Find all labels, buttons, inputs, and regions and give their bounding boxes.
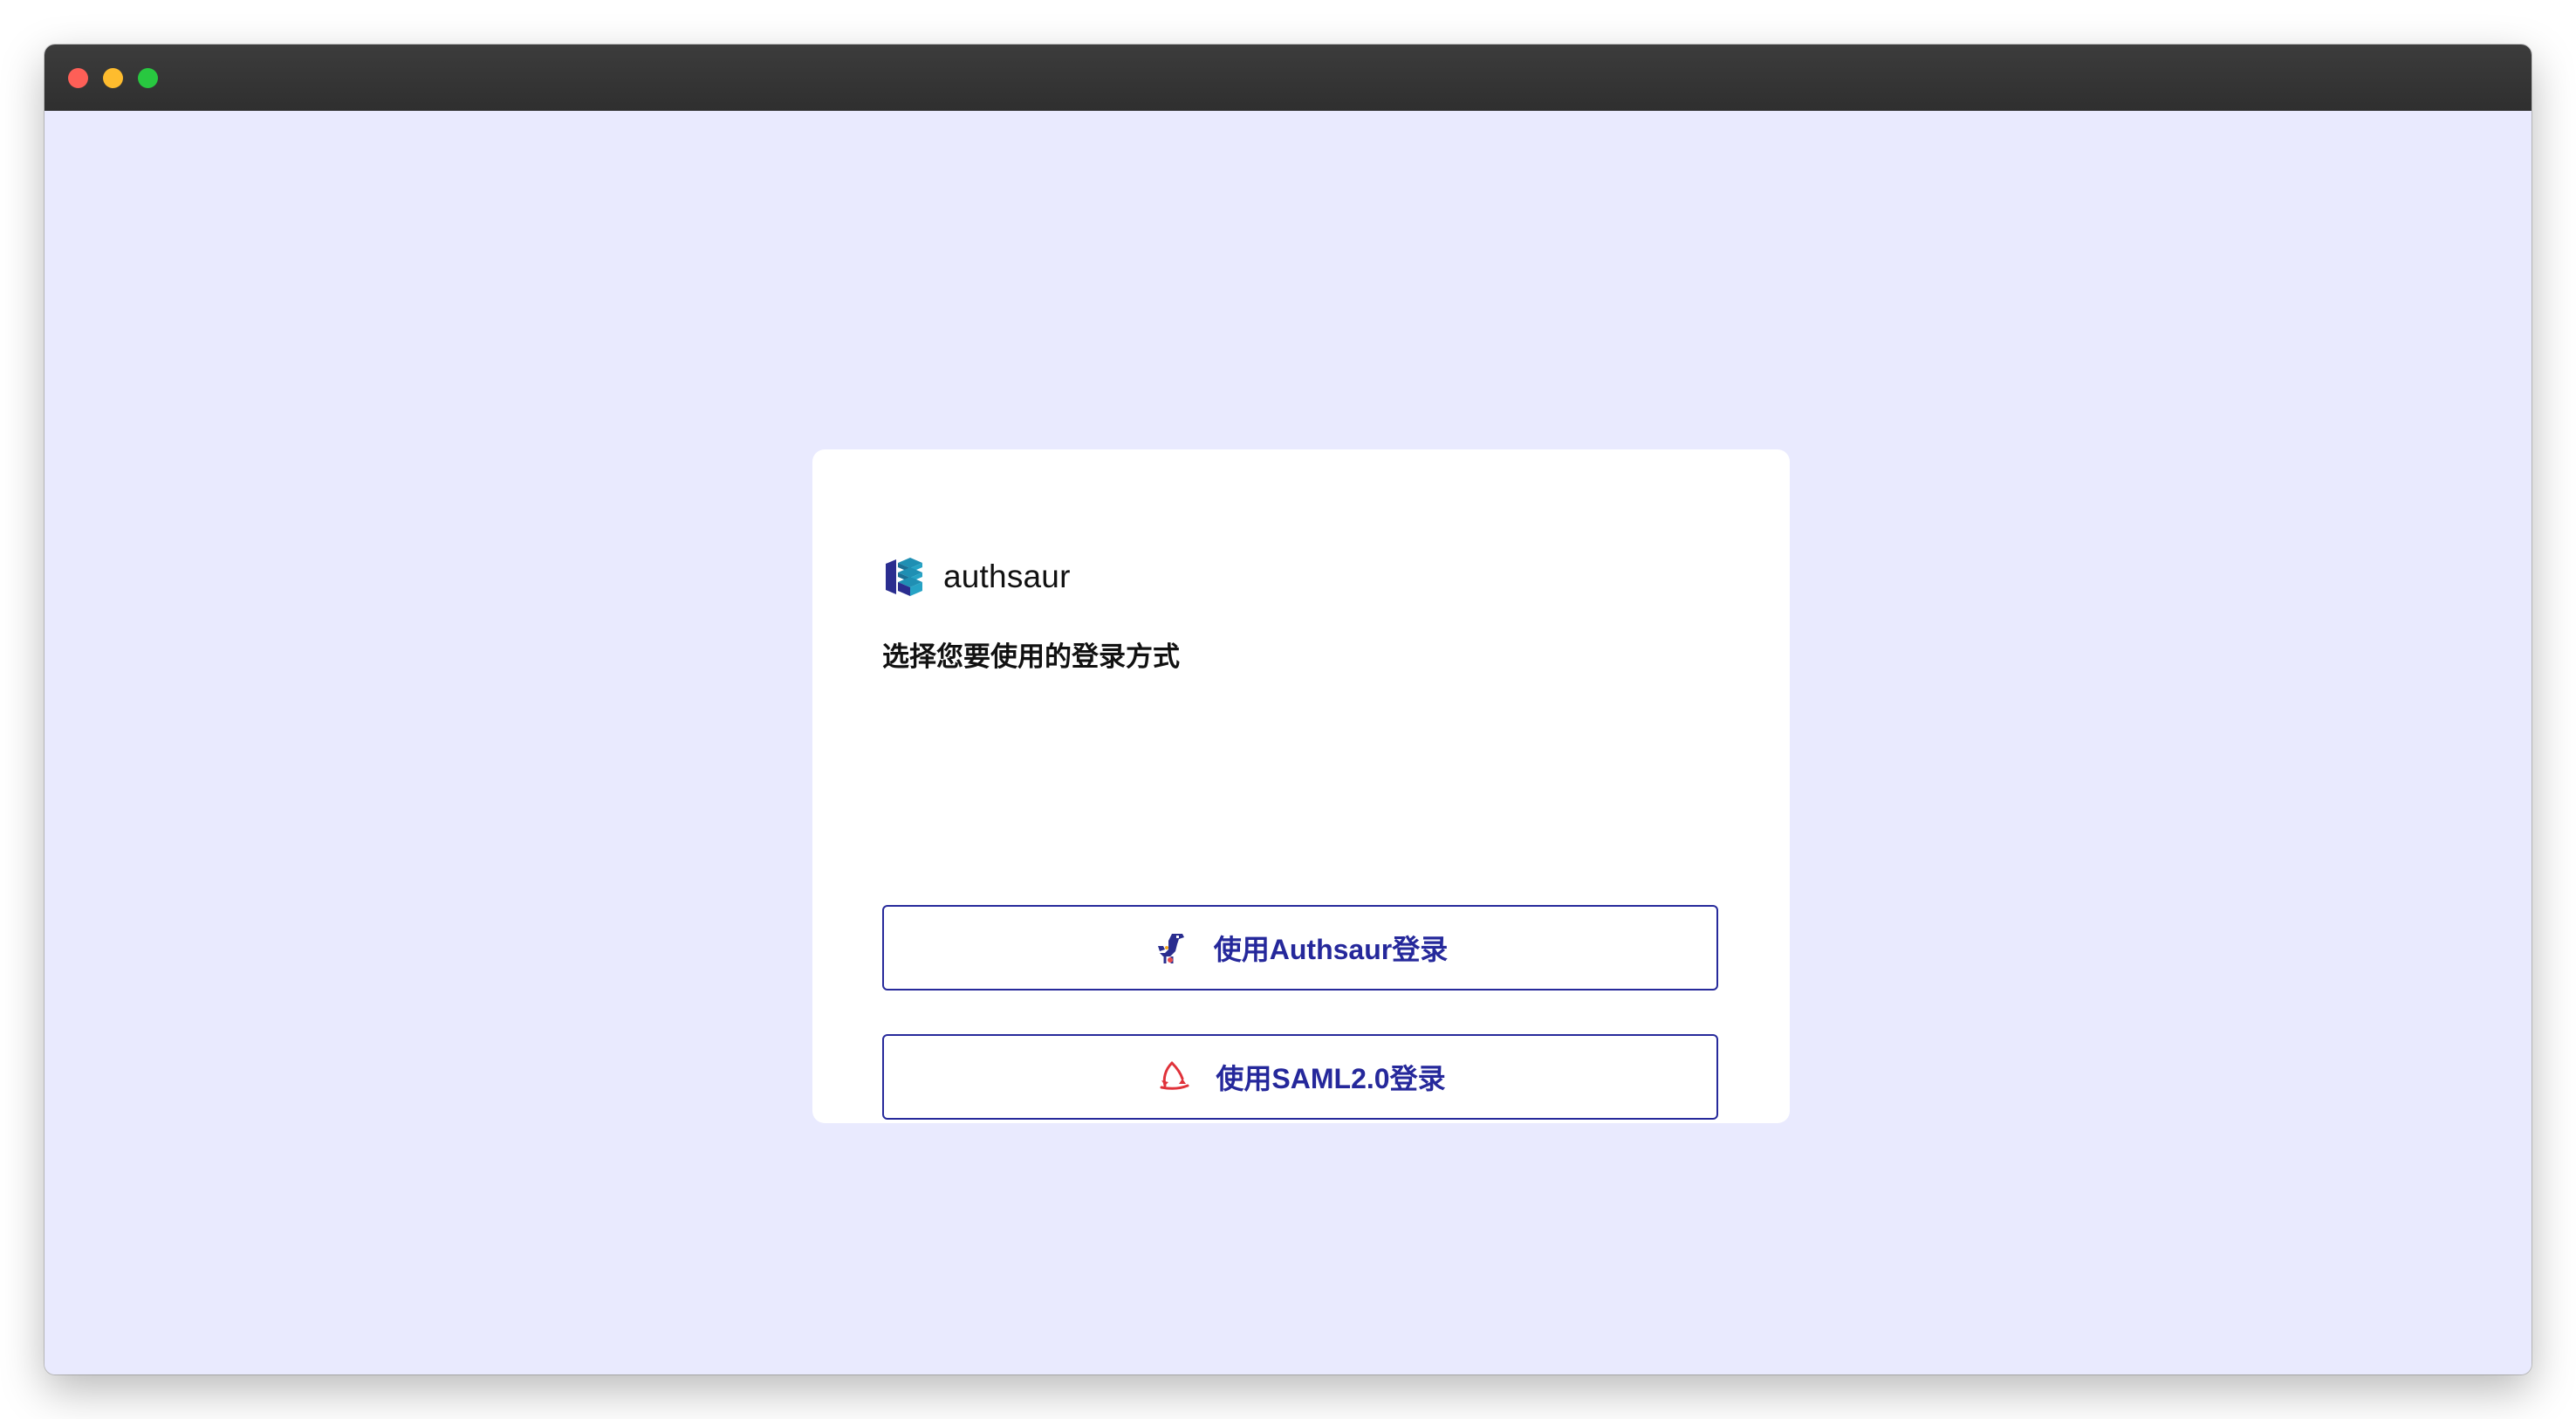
login-saml-label: 使用SAML2.0登录 (1216, 1063, 1446, 1094)
login-authsaur-button[interactable]: 使用Authsaur登录 (882, 905, 1718, 991)
login-saml-button[interactable]: 使用SAML2.0登录 (882, 1034, 1718, 1120)
brand-name: authsaur (943, 559, 1071, 594)
window-titlebar (45, 45, 2531, 112)
login-authsaur-label: 使用Authsaur登录 (1213, 934, 1449, 965)
page-content: authsaur 选择您要使用的登录方式 使用Authsaur登录 使用SAML… (45, 111, 2531, 1374)
window-minimize-button[interactable] (103, 68, 123, 88)
browser-window: authsaur 选择您要使用的登录方式 使用Authsaur登录 使用SAML… (45, 45, 2531, 1374)
login-method-heading: 选择您要使用的登录方式 (882, 641, 1180, 672)
brand-header: authsaur (882, 552, 1071, 601)
authsaur-logo-icon (886, 558, 922, 596)
window-maximize-button[interactable] (138, 68, 158, 88)
window-close-button[interactable] (68, 68, 88, 88)
login-card: authsaur 选择您要使用的登录方式 使用Authsaur登录 使用SAML… (812, 449, 1790, 1123)
saml-icon (1160, 1061, 1189, 1090)
dinosaur-icon (1157, 934, 1184, 963)
